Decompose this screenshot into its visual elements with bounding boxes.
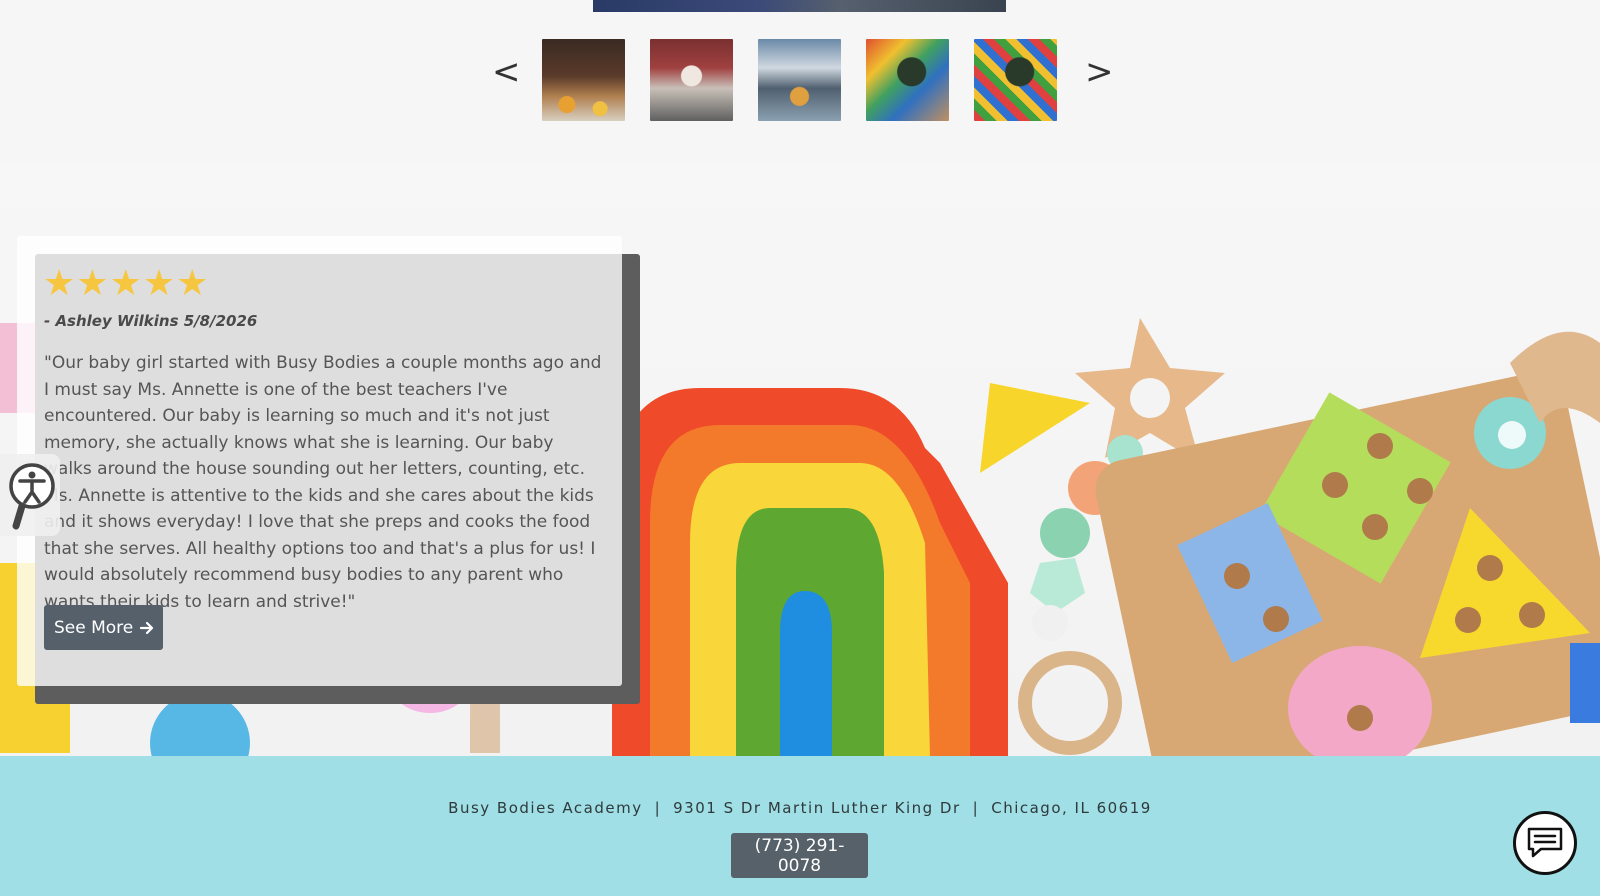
see-more-button[interactable]: See More	[44, 605, 163, 650]
arrow-right-icon	[140, 621, 154, 634]
city-state-zip: Chicago, IL 60619	[991, 799, 1152, 817]
gallery-thumbnail-2[interactable]	[650, 39, 733, 121]
business-name: Busy Bodies Academy	[448, 799, 643, 817]
review-text: "Our baby girl started with Busy Bodies …	[44, 353, 602, 612]
phone-button[interactable]: (773) 291-0078	[731, 833, 868, 878]
star-icon: ★	[43, 263, 76, 304]
accessibility-icon	[9, 463, 55, 530]
separator: |	[972, 799, 980, 817]
gallery-thumbnail-1[interactable]	[542, 39, 625, 121]
gallery-thumbnail-5[interactable]	[974, 39, 1057, 121]
footer-address: Busy Bodies Academy | 9301 S Dr Martin Lut…	[0, 799, 1600, 817]
chat-icon	[1527, 827, 1563, 858]
rating-stars: ★ ★ ★ ★ ★	[43, 266, 208, 302]
see-more-label: See More	[54, 617, 134, 638]
street-address: 9301 S Dr Martin Luther King Dr	[673, 799, 961, 817]
accessibility-widget[interactable]	[0, 454, 60, 536]
gallery-prev-button[interactable]: <	[492, 55, 521, 89]
gallery-next-button[interactable]: >	[1085, 55, 1114, 89]
star-icon: ★	[142, 263, 176, 304]
gallery-thumbnail-3[interactable]	[758, 39, 841, 121]
star-icon: ★	[176, 263, 209, 304]
gallery-thumbnail-4[interactable]	[866, 39, 949, 121]
star-icon: ★	[109, 263, 142, 304]
separator: |	[654, 799, 662, 817]
star-icon: ★	[76, 263, 109, 304]
reviewer-name: - Ashley Wilkins 5/8/2026	[44, 312, 258, 330]
chat-button[interactable]	[1513, 811, 1577, 875]
photo-gallery: < >	[0, 0, 1600, 160]
